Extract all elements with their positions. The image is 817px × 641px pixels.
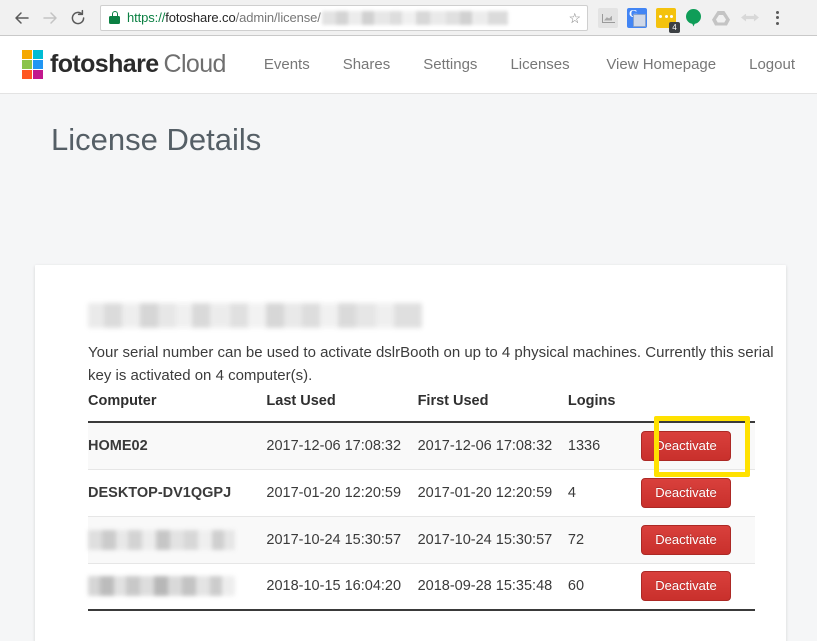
- cell-last-used: 2017-10-24 15:30:57: [266, 516, 418, 564]
- table-row: DESKTOP-DV1QGPJ 2017-01-20 12:20:59 2017…: [88, 469, 755, 517]
- cell-first-used: 2018-09-28 15:35:48: [417, 563, 568, 611]
- reload-icon[interactable]: [64, 4, 92, 32]
- deactivate-button[interactable]: Deactivate: [641, 524, 731, 555]
- cell-last-used: 2017-12-06 17:08:32: [266, 422, 418, 470]
- back-arrow-icon[interactable]: [8, 4, 36, 32]
- cell-computer: DESKTOP-DV1QGPJ: [88, 469, 267, 517]
- cell-action: Deactivate: [641, 422, 755, 470]
- extension-icons: 4: [598, 7, 760, 33]
- deactivate-button[interactable]: Deactivate: [641, 571, 731, 602]
- nav-item-shares[interactable]: Shares: [343, 56, 391, 73]
- cell-logins: 4: [567, 469, 642, 517]
- notes-extension-icon[interactable]: 4: [656, 7, 680, 33]
- site-header: fotoshare Cloud Events Shares Settings Li…: [0, 36, 817, 94]
- cell-logins: 72: [567, 516, 642, 564]
- cell-first-used: 2017-01-20 12:20:59: [417, 469, 568, 517]
- cell-first-used: 2017-12-06 17:08:32: [417, 422, 568, 470]
- notes-extension-badge: 4: [669, 21, 680, 33]
- page-body: License Details Your serial number can b…: [0, 94, 817, 641]
- cell-last-used: 2017-01-20 12:20:59: [266, 469, 418, 517]
- analytics-extension-icon[interactable]: [598, 7, 618, 28]
- brand-name-bold: fotoshare: [50, 50, 159, 78]
- lock-icon: [109, 11, 120, 24]
- cell-computer: HOME02: [88, 422, 267, 470]
- url-host: fotoshare.co: [165, 9, 236, 25]
- column-header-first-used: First Used: [417, 393, 568, 423]
- nav-item-licenses[interactable]: Licenses: [510, 56, 569, 73]
- forward-arrow-icon[interactable]: [36, 4, 64, 32]
- browser-toolbar: https://fotoshare.co/admin/license/ ☆ 4: [0, 0, 817, 36]
- nav-item-settings[interactable]: Settings: [423, 56, 477, 73]
- bookmark-star-icon[interactable]: ☆: [568, 11, 581, 25]
- brand-name-light: Cloud: [163, 50, 227, 78]
- secondary-navigation: View Homepage Logout: [606, 56, 795, 73]
- license-details-card: Your serial number can be used to activa…: [35, 265, 786, 641]
- nav-item-events[interactable]: Events: [264, 56, 310, 73]
- table-body: HOME02 2017-12-06 17:08:32 2017-12-06 17…: [88, 422, 755, 611]
- page-title: License Details: [51, 122, 262, 157]
- nav-item-logout[interactable]: Logout: [749, 56, 795, 73]
- deactivate-button[interactable]: Deactivate: [641, 430, 731, 461]
- computer-name-redacted: [88, 576, 235, 597]
- three-dot-menu-icon[interactable]: [768, 10, 786, 25]
- google-translate-extension-icon[interactable]: [627, 7, 647, 28]
- fotoshare-logo-icon: [22, 50, 43, 79]
- address-bar[interactable]: https://fotoshare.co/admin/license/ ☆: [100, 4, 588, 31]
- brand-text: fotoshare Cloud: [50, 50, 226, 79]
- cell-last-used: 2018-10-15 16:04:20: [266, 563, 418, 611]
- nav-item-view-homepage[interactable]: View Homepage: [606, 56, 716, 73]
- column-header-logins: Logins: [567, 393, 642, 423]
- url-path: /admin/license/: [235, 9, 321, 25]
- computer-name-redacted: [88, 529, 235, 550]
- cell-logins: 60: [567, 563, 642, 611]
- location-pin-extension-icon[interactable]: [685, 8, 702, 28]
- serial-number-redacted: [88, 303, 422, 328]
- activations-table: Computer Last Used First Used Logins HOM…: [88, 393, 755, 611]
- cell-computer: [88, 563, 267, 611]
- link-extension-icon[interactable]: [740, 8, 760, 28]
- table-row: 2018-10-15 16:04:20 2018-09-28 15:35:48 …: [88, 563, 755, 611]
- deactivate-button[interactable]: Deactivate: [641, 477, 731, 508]
- primary-navigation: Events Shares Settings Licenses: [264, 56, 603, 73]
- table-row: 2017-10-24 15:30:57 2017-10-24 15:30:57 …: [88, 516, 755, 564]
- table-header-row: Computer Last Used First Used Logins: [88, 393, 755, 423]
- cell-action: Deactivate: [641, 563, 755, 611]
- url-text: https://fotoshare.co/admin/license/: [127, 10, 508, 26]
- column-header-computer: Computer: [88, 393, 267, 423]
- license-description: Your serial number can be used to activa…: [88, 344, 774, 384]
- column-header-last-used: Last Used: [266, 393, 418, 423]
- url-scheme: https://: [127, 9, 166, 25]
- table-row: HOME02 2017-12-06 17:08:32 2017-12-06 17…: [88, 422, 755, 470]
- column-header-action: [641, 393, 755, 423]
- url-redacted-segment: [321, 11, 508, 26]
- cell-action: Deactivate: [641, 469, 755, 517]
- cell-logins: 1336: [567, 422, 642, 470]
- google-drive-extension-icon[interactable]: [711, 8, 731, 28]
- cell-first-used: 2017-10-24 15:30:57: [417, 516, 568, 564]
- cell-computer: [88, 516, 267, 564]
- cell-action: Deactivate: [641, 516, 755, 564]
- table-header: Computer Last Used First Used Logins: [88, 393, 755, 423]
- brand-logo-link[interactable]: fotoshare Cloud: [22, 50, 226, 79]
